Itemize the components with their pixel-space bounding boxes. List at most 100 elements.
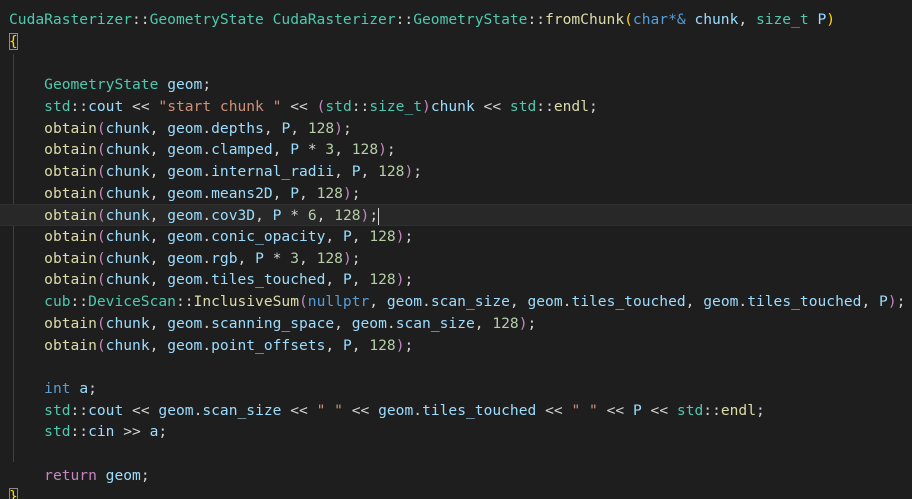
code-token: << <box>281 97 317 115</box>
code-token: , <box>360 162 379 180</box>
code-token: std <box>44 97 71 115</box>
code-line-current[interactable]: obtain(chunk, geom.cov3D, P * 6, 128); <box>0 204 912 226</box>
matched-brace: { <box>9 32 18 50</box>
code-token: << <box>474 97 510 115</box>
code-token: size_t <box>755 11 809 28</box>
code-line[interactable]: std::cout << "start chunk " << (std::siz… <box>9 96 598 118</box>
code-token: clamped <box>211 141 273 159</box>
code-token: 128 <box>369 228 396 245</box>
code-token: P <box>290 141 300 159</box>
code-token: , <box>334 141 352 159</box>
code-line[interactable]: std::cout << geom. scan_size << " " << ge… <box>9 400 765 422</box>
code-token: tiles_touched <box>747 293 862 311</box>
code-token: obtain <box>44 141 97 159</box>
code-token: ( <box>96 162 106 180</box>
code-token: . <box>202 184 212 202</box>
code-token: "start chunk " <box>158 97 282 115</box>
code-token: cov3D <box>211 207 256 225</box>
code-line[interactable]: CudaRasterizer::GeometryState CudaRaster… <box>9 9 835 31</box>
code-token: cin <box>88 423 115 441</box>
code-line[interactable]: } <box>9 486 18 499</box>
code-token: means2D <box>211 184 273 202</box>
code-token: ( <box>96 207 106 225</box>
code-token: P <box>632 401 642 419</box>
code-line[interactable]: std::cin >> a; <box>9 421 167 443</box>
code-token: chunk <box>105 336 150 354</box>
code-token: . <box>202 249 212 267</box>
code-token: . <box>413 401 423 419</box>
code-token: geom <box>167 141 203 159</box>
code-token: :: <box>351 97 370 115</box>
code-line[interactable]: obtain(chunk, geom.rgb, P * 3, 128); <box>9 248 361 270</box>
code-line[interactable]: obtain(chunk, geom.internal_radii, P, 12… <box>9 161 422 183</box>
code-line[interactable]: cub::DeviceScan::InclusiveSum(nullptr, g… <box>9 291 905 313</box>
code-token: ( <box>96 314 106 332</box>
code-line[interactable]: obtain(chunk, geom.clamped, P * 3, 128); <box>9 139 396 161</box>
code-token: char <box>632 11 669 28</box>
code-token: ; <box>589 97 598 115</box>
code-token: obtain <box>44 184 97 202</box>
code-token: 128 <box>492 314 519 332</box>
code-token: nullptr <box>307 293 370 311</box>
code-token: return <box>44 466 97 484</box>
code-line[interactable]: obtain(chunk, geom.conic_opacity, P, 128… <box>9 226 413 248</box>
code-line[interactable]: obtain(chunk, geom.tiles_touched, P, 128… <box>9 269 413 291</box>
code-token: . <box>202 207 212 225</box>
code-token: scanning_space <box>211 314 335 332</box>
code-token: , <box>272 141 291 159</box>
code-token: . <box>202 228 212 245</box>
code-token: , <box>325 228 343 245</box>
code-token: rgb <box>211 249 238 267</box>
code-token: 128 <box>316 249 343 267</box>
code-token: obtain <box>44 162 97 180</box>
code-token: , <box>738 11 756 28</box>
code-token: 6 <box>307 207 317 225</box>
code-token: ; <box>140 466 150 484</box>
code-token: geom <box>527 293 563 311</box>
code-token: ) <box>378 141 387 159</box>
code-token: ; <box>351 249 361 267</box>
code-token: , <box>351 336 370 354</box>
code-token: geom <box>167 119 203 137</box>
code-token: geom <box>386 293 423 311</box>
code-token: ; <box>896 293 906 311</box>
code-token: point_offsets <box>211 336 326 354</box>
code-line[interactable]: { <box>9 31 18 53</box>
code-token: geom <box>167 314 203 332</box>
code-token: P <box>879 293 888 311</box>
code-line[interactable]: obtain(chunk, geom.point_offsets, P, 128… <box>9 335 413 357</box>
code-token: , <box>149 228 168 245</box>
code-token: ) <box>887 293 897 311</box>
code-token: << <box>123 401 159 419</box>
code-line[interactable]: return geom; <box>9 465 150 487</box>
code-token: " " <box>571 401 598 419</box>
code-token: ) <box>334 119 343 137</box>
code-token: chunk <box>105 314 150 332</box>
code-token: std <box>325 97 352 115</box>
code-token: conic_opacity <box>211 228 326 245</box>
text-cursor <box>378 207 380 225</box>
code-line[interactable]: int a; <box>9 378 97 400</box>
code-editor[interactable]: CudaRasterizer::GeometryState CudaRaster… <box>0 0 912 499</box>
code-token: . <box>202 271 212 289</box>
code-token: obtain <box>44 119 97 137</box>
code-line[interactable]: obtain(chunk, geom.scanning_space, geom.… <box>9 313 536 335</box>
code-line[interactable]: obtain(chunk, geom.means2D, P, 128); <box>9 183 360 205</box>
matched-brace: } <box>9 488 18 499</box>
code-token: *& <box>668 11 686 28</box>
code-token: ; <box>369 207 379 225</box>
code-token: int <box>44 379 71 397</box>
code-token: , <box>325 336 343 354</box>
code-line[interactable]: obtain(chunk, geom.depths, P, 128); <box>9 118 352 140</box>
code-token: :: <box>395 11 414 28</box>
code-token: ) <box>342 249 352 267</box>
code-token: cub <box>44 293 71 311</box>
code-line[interactable]: GeometryState geom; <box>9 74 211 96</box>
code-token: ; <box>342 119 352 137</box>
